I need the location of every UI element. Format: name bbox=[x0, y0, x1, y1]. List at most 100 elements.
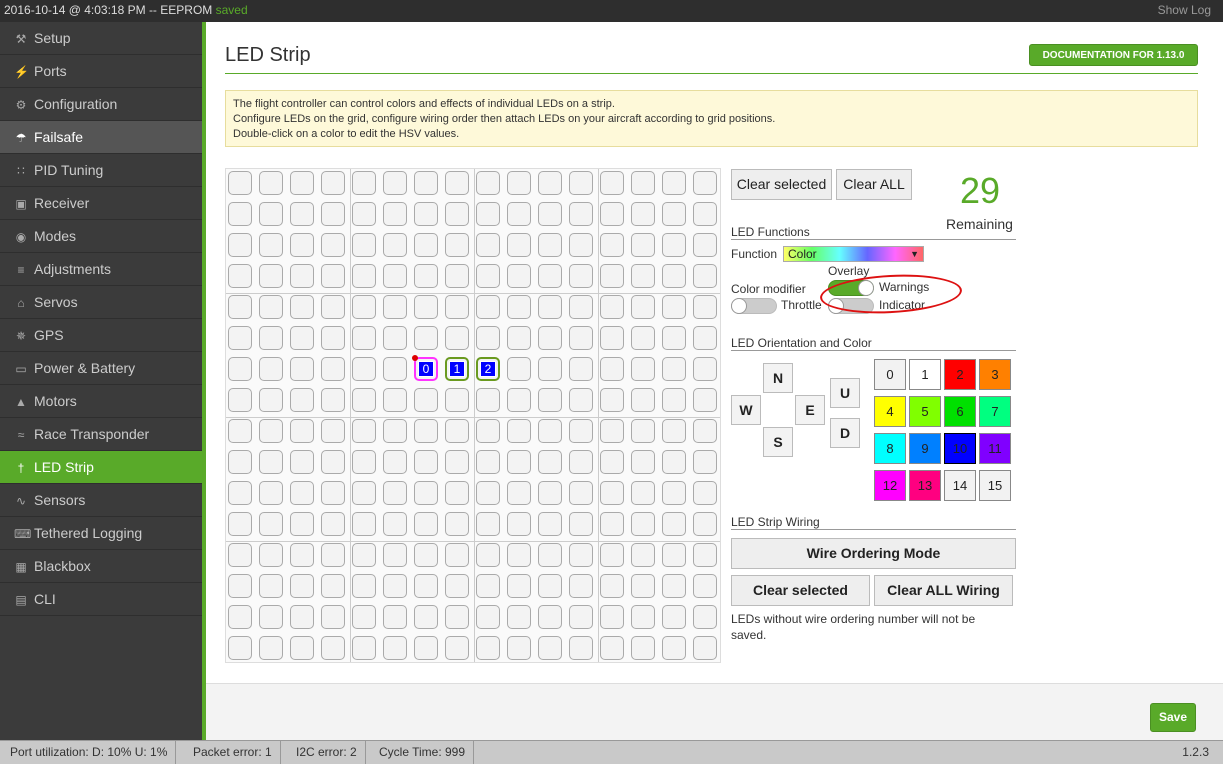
led-grid-cell[interactable] bbox=[228, 543, 252, 567]
led-grid-cell[interactable] bbox=[600, 419, 624, 443]
led-grid-cell[interactable] bbox=[569, 450, 593, 474]
led-grid-cell[interactable] bbox=[228, 605, 252, 629]
led-grid-cell[interactable] bbox=[290, 481, 314, 505]
led-grid-cell[interactable] bbox=[352, 264, 376, 288]
led-grid-cell[interactable] bbox=[259, 543, 283, 567]
led-grid-cell[interactable] bbox=[569, 574, 593, 598]
led-grid-cell[interactable] bbox=[352, 388, 376, 412]
led-grid-cell[interactable] bbox=[321, 574, 345, 598]
led-grid-cell[interactable] bbox=[259, 605, 283, 629]
led-grid-cell[interactable] bbox=[383, 481, 407, 505]
led-grid-cell[interactable] bbox=[414, 605, 438, 629]
led-grid-cell[interactable] bbox=[693, 233, 717, 257]
led-grid-cell[interactable] bbox=[600, 481, 624, 505]
led-grid-cell[interactable] bbox=[693, 202, 717, 226]
wire-ordering-mode-button[interactable]: Wire Ordering Mode bbox=[731, 538, 1016, 569]
led-grid-cell[interactable] bbox=[631, 481, 655, 505]
led-grid-cell[interactable] bbox=[290, 357, 314, 381]
led-grid-cell[interactable] bbox=[662, 636, 686, 660]
led-grid-cell[interactable] bbox=[414, 233, 438, 257]
led-grid-cell[interactable] bbox=[321, 264, 345, 288]
led-grid-cell[interactable] bbox=[259, 481, 283, 505]
led-grid-cell[interactable] bbox=[414, 264, 438, 288]
color-swatch[interactable]: 0 bbox=[874, 359, 906, 390]
led-grid-cell[interactable] bbox=[476, 574, 500, 598]
led-grid-cell[interactable] bbox=[476, 543, 500, 567]
sidebar-item-modes[interactable]: ◉ Modes bbox=[0, 220, 202, 253]
documentation-button[interactable]: DOCUMENTATION FOR 1.13.0 bbox=[1029, 44, 1198, 66]
led-grid-cell[interactable] bbox=[414, 326, 438, 350]
sidebar-item-failsafe[interactable]: ☂ Failsafe bbox=[0, 121, 202, 154]
led-grid-cell[interactable] bbox=[662, 388, 686, 412]
led-grid-cell[interactable] bbox=[414, 512, 438, 536]
led-grid-cell[interactable] bbox=[259, 574, 283, 598]
led-grid-cell[interactable] bbox=[321, 481, 345, 505]
led-grid-cell[interactable] bbox=[352, 605, 376, 629]
sidebar-item-adjustments[interactable]: ≡ Adjustments bbox=[0, 253, 202, 286]
led-grid-cell[interactable] bbox=[507, 171, 531, 195]
show-log-link[interactable]: Show Log bbox=[1158, 3, 1211, 17]
led-grid-cell[interactable] bbox=[538, 233, 562, 257]
color-swatch[interactable]: 15 bbox=[979, 470, 1011, 501]
led-grid-cell[interactable] bbox=[259, 388, 283, 412]
led-grid-cell[interactable] bbox=[662, 326, 686, 350]
led-grid-cell[interactable] bbox=[259, 326, 283, 350]
direction-east-button[interactable]: E bbox=[795, 395, 825, 425]
led-grid-cell[interactable] bbox=[228, 481, 252, 505]
led-grid-cell[interactable] bbox=[290, 543, 314, 567]
led-grid-cell[interactable] bbox=[600, 574, 624, 598]
wiring-clear-selected-button[interactable]: Clear selected bbox=[731, 575, 870, 606]
led-grid-cell[interactable] bbox=[290, 326, 314, 350]
led-grid-cell[interactable] bbox=[352, 512, 376, 536]
led-grid-cell[interactable] bbox=[538, 605, 562, 629]
led-grid-cell[interactable] bbox=[321, 295, 345, 319]
led-grid-cell[interactable] bbox=[693, 512, 717, 536]
color-swatch[interactable]: 11 bbox=[979, 433, 1011, 464]
led-grid-cell[interactable] bbox=[507, 636, 531, 660]
led-grid-cell[interactable] bbox=[352, 326, 376, 350]
led-grid-cell[interactable] bbox=[538, 388, 562, 412]
led-grid-cell[interactable] bbox=[352, 202, 376, 226]
led-grid-cell[interactable] bbox=[228, 233, 252, 257]
led-grid-cell[interactable] bbox=[507, 450, 531, 474]
led-grid-cell[interactable] bbox=[352, 357, 376, 381]
color-swatch[interactable]: 8 bbox=[874, 433, 906, 464]
led-grid-cell[interactable] bbox=[569, 419, 593, 443]
led-grid-cell[interactable] bbox=[414, 419, 438, 443]
color-swatch[interactable]: 2 bbox=[944, 359, 976, 390]
led-grid-cell[interactable] bbox=[569, 326, 593, 350]
led-grid-cell[interactable] bbox=[693, 543, 717, 567]
led-grid-cell[interactable] bbox=[383, 388, 407, 412]
led-grid-cell[interactable] bbox=[414, 295, 438, 319]
led-grid-cell[interactable] bbox=[569, 636, 593, 660]
led-grid-cell[interactable] bbox=[321, 605, 345, 629]
direction-north-button[interactable]: N bbox=[763, 363, 793, 393]
led-grid-cell[interactable] bbox=[383, 295, 407, 319]
led-grid-cell[interactable] bbox=[662, 171, 686, 195]
led-grid-cell[interactable] bbox=[507, 605, 531, 629]
led-grid-cell[interactable] bbox=[321, 202, 345, 226]
led-grid-cell[interactable] bbox=[259, 264, 283, 288]
led-grid-cell[interactable] bbox=[631, 574, 655, 598]
led-grid-cell[interactable] bbox=[538, 264, 562, 288]
led-grid-cell[interactable] bbox=[321, 357, 345, 381]
led-grid-cell[interactable] bbox=[290, 233, 314, 257]
led-grid-cell[interactable] bbox=[476, 202, 500, 226]
led-grid-cell[interactable] bbox=[476, 605, 500, 629]
led-grid-cell[interactable] bbox=[228, 636, 252, 660]
led-grid-cell[interactable] bbox=[569, 543, 593, 567]
led-grid-cell[interactable] bbox=[507, 543, 531, 567]
led-grid-cell[interactable] bbox=[259, 295, 283, 319]
led-grid-cell[interactable] bbox=[290, 202, 314, 226]
throttle-toggle[interactable] bbox=[731, 298, 777, 314]
led-grid-cell[interactable] bbox=[600, 357, 624, 381]
led-grid-cell[interactable] bbox=[507, 512, 531, 536]
led-grid-cell[interactable] bbox=[445, 512, 469, 536]
led-grid-cell[interactable] bbox=[476, 171, 500, 195]
led-grid-cell[interactable] bbox=[600, 202, 624, 226]
led-grid-cell[interactable] bbox=[352, 450, 376, 474]
led-grid-cell[interactable] bbox=[383, 605, 407, 629]
led-grid-cell[interactable] bbox=[507, 202, 531, 226]
led-grid-cell[interactable] bbox=[352, 233, 376, 257]
led-grid-cell[interactable] bbox=[631, 388, 655, 412]
